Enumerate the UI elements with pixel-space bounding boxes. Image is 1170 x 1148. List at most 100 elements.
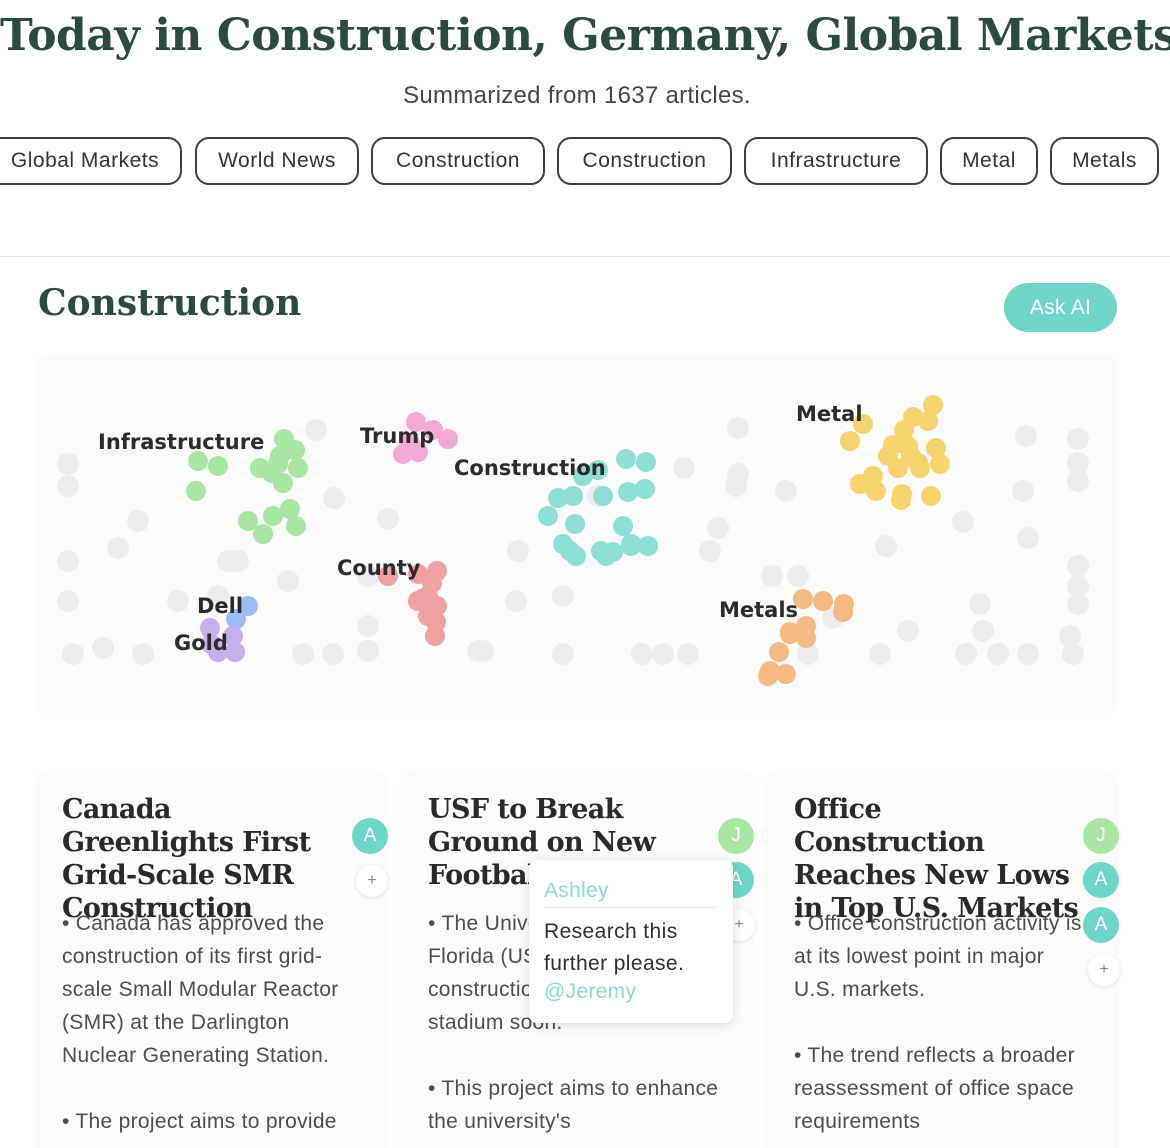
- article-dot[interactable]: [787, 565, 809, 587]
- cluster-label-dell[interactable]: Dell: [197, 594, 243, 618]
- tag-metals[interactable]: Metals: [1050, 137, 1159, 185]
- article-dot-construction[interactable]: [538, 506, 558, 526]
- article-dot[interactable]: [1017, 527, 1039, 549]
- comment-mention-link[interactable]: @Jeremy: [544, 980, 636, 1004]
- article-dot[interactable]: [62, 643, 84, 665]
- article-dot[interactable]: [277, 570, 299, 592]
- article-dot[interactable]: [167, 590, 189, 612]
- article-dot[interactable]: [467, 640, 489, 662]
- cluster-label-metal[interactable]: Metal: [796, 402, 863, 426]
- topic-cluster-map[interactable]: Infrastructure Trump Construction Metal …: [38, 356, 1116, 711]
- article-dot[interactable]: [57, 590, 79, 612]
- article-dot-construction[interactable]: [560, 541, 580, 561]
- article-dot[interactable]: [1067, 428, 1089, 450]
- article-dot-infrastructure[interactable]: [186, 481, 206, 501]
- article-dot-county[interactable]: [425, 626, 445, 646]
- article-dot[interactable]: [727, 463, 749, 485]
- add-comment-button[interactable]: +: [356, 865, 388, 897]
- article-dot[interactable]: [969, 593, 991, 615]
- article-dot[interactable]: [727, 417, 749, 439]
- article-dot-trump[interactable]: [438, 429, 458, 449]
- cluster-label-gold[interactable]: Gold: [174, 631, 228, 655]
- article-dot-metals[interactable]: [776, 664, 796, 684]
- tag-construction[interactable]: Construction: [371, 137, 545, 185]
- cluster-label-construction[interactable]: Construction: [454, 456, 606, 480]
- article-dot[interactable]: [132, 643, 154, 665]
- article-dot-metal[interactable]: [878, 446, 898, 466]
- article-dot[interactable]: [1015, 425, 1037, 447]
- article-dot[interactable]: [652, 643, 674, 665]
- article-dot[interactable]: [972, 620, 994, 642]
- article-dot[interactable]: [699, 540, 721, 562]
- article-dot-metals[interactable]: [769, 642, 789, 662]
- article-dot[interactable]: [1017, 643, 1039, 665]
- comment-popup[interactable]: Ashley Research this further please. @Je…: [529, 860, 733, 1023]
- article-dot[interactable]: [987, 643, 1009, 665]
- article-dot[interactable]: [1067, 555, 1089, 577]
- article-dot-metal[interactable]: [930, 454, 950, 474]
- user-avatar[interactable]: A: [1083, 907, 1119, 943]
- article-dot-infrastructure[interactable]: [286, 516, 306, 536]
- article-dot-metals[interactable]: [813, 591, 833, 611]
- article-dot[interactable]: [631, 643, 653, 665]
- article-dot-county[interactable]: [418, 586, 438, 606]
- article-dot[interactable]: [305, 419, 327, 441]
- article-dot[interactable]: [127, 510, 149, 532]
- story-card-3[interactable]: Office Construction Reaches New Lows in …: [770, 773, 1115, 1148]
- article-dot[interactable]: [1012, 480, 1034, 502]
- article-dot-metals[interactable]: [833, 602, 853, 622]
- article-dot[interactable]: [227, 550, 249, 572]
- cluster-scatter[interactable]: Infrastructure Trump Construction Metal …: [38, 356, 1116, 711]
- user-avatar[interactable]: J: [1083, 818, 1119, 854]
- article-dot-gold[interactable]: [225, 642, 245, 662]
- article-dot-construction[interactable]: [618, 482, 638, 502]
- article-dot[interactable]: [292, 643, 314, 665]
- article-dot[interactable]: [92, 637, 114, 659]
- article-dot[interactable]: [869, 643, 891, 665]
- tag-infrastructure[interactable]: Infrastructure: [744, 137, 928, 185]
- user-avatar[interactable]: A: [1083, 862, 1119, 898]
- article-dot-construction[interactable]: [621, 534, 641, 554]
- user-avatar[interactable]: J: [718, 818, 754, 854]
- article-dot[interactable]: [952, 511, 974, 533]
- article-dot-metal[interactable]: [891, 490, 911, 510]
- article-dot-construction[interactable]: [636, 452, 656, 472]
- cluster-label-trump[interactable]: Trump: [360, 424, 434, 448]
- tag-metal[interactable]: Metal: [940, 137, 1038, 185]
- article-dot-construction[interactable]: [638, 536, 658, 556]
- article-dot-construction[interactable]: [613, 516, 633, 536]
- article-dot[interactable]: [761, 565, 783, 587]
- article-dot-construction[interactable]: [593, 486, 613, 506]
- article-dot[interactable]: [357, 615, 379, 637]
- article-dot[interactable]: [552, 585, 574, 607]
- story-card-title[interactable]: Canada Greenlights First Grid-Scale SMR …: [62, 793, 347, 925]
- article-dot-metal[interactable]: [918, 411, 938, 431]
- tag-global-markets[interactable]: Global Markets: [0, 137, 182, 185]
- article-dot[interactable]: [505, 590, 527, 612]
- article-dot[interactable]: [323, 487, 345, 509]
- story-card-1[interactable]: Canada Greenlights First Grid-Scale SMR …: [38, 773, 383, 1148]
- article-dot[interactable]: [677, 643, 699, 665]
- article-dot[interactable]: [673, 457, 695, 479]
- article-dot[interactable]: [707, 517, 729, 539]
- article-dot[interactable]: [955, 643, 977, 665]
- article-dot[interactable]: [57, 475, 79, 497]
- article-dot[interactable]: [322, 643, 344, 665]
- story-card-title[interactable]: Office Construction Reaches New Lows in …: [794, 793, 1079, 925]
- article-dot-construction[interactable]: [548, 488, 568, 508]
- article-dot-metal[interactable]: [866, 481, 886, 501]
- article-dot[interactable]: [507, 540, 529, 562]
- article-dot[interactable]: [377, 508, 399, 530]
- article-dot-infrastructure[interactable]: [288, 458, 308, 478]
- user-avatar[interactable]: A: [352, 818, 388, 854]
- article-dot[interactable]: [57, 453, 79, 475]
- cluster-label-metals[interactable]: Metals: [719, 598, 798, 622]
- tag-construction-2[interactable]: Construction: [557, 137, 732, 185]
- article-dot-construction[interactable]: [565, 514, 585, 534]
- article-dot-metal[interactable]: [908, 453, 928, 473]
- article-dot[interactable]: [1067, 470, 1089, 492]
- cluster-label-county[interactable]: County: [337, 556, 421, 580]
- article-dot-metals[interactable]: [796, 628, 816, 648]
- article-dot[interactable]: [775, 480, 797, 502]
- article-dot[interactable]: [57, 550, 79, 572]
